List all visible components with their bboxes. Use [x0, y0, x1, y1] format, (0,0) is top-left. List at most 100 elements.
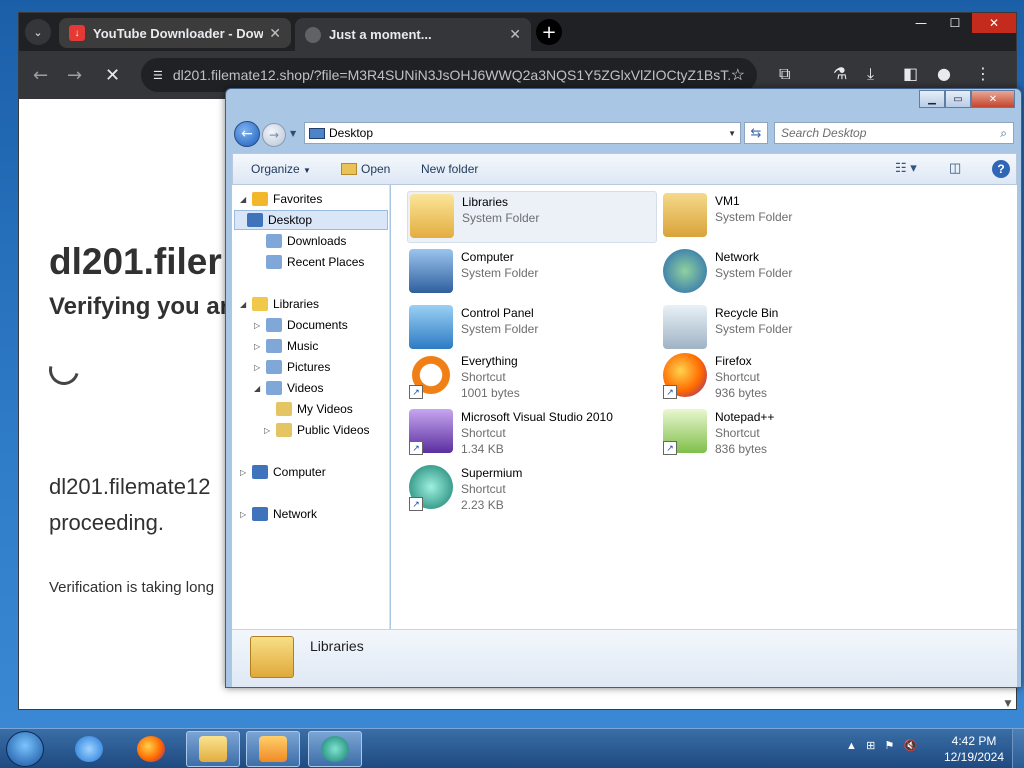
nav-item-documents[interactable]: ▷ Documents	[254, 315, 348, 335]
taskbar-media-player[interactable]	[246, 731, 300, 767]
nav-item-computer[interactable]: ▷ Computer	[240, 462, 326, 482]
clock[interactable]: 4:42 PM 12/19/2024	[942, 733, 1006, 765]
extensions-icon[interactable]: ⧉	[779, 64, 790, 84]
icon-graphic	[409, 249, 453, 293]
nav-item-my-videos[interactable]: My Videos	[264, 399, 353, 419]
expand-arrow-icon[interactable]: ▷	[240, 510, 250, 519]
nav-item-recent-places[interactable]: Recent Places	[254, 252, 364, 272]
side-panel-icon[interactable]: ◧	[903, 64, 918, 83]
expand-arrow-icon[interactable]: ◢	[240, 300, 250, 309]
nav-item-network[interactable]: ▷ Network	[240, 504, 317, 524]
network-tray-icon[interactable]: ⊞	[866, 740, 875, 752]
nav-item-videos[interactable]: ◢ Videos	[254, 378, 323, 398]
nav-item-public-videos[interactable]: ▷ Public Videos	[264, 420, 370, 440]
labs-flask-icon[interactable]: ⚗	[833, 64, 847, 83]
file-item-recycle-bin[interactable]: Recycle Bin System Folder	[661, 303, 911, 355]
open-button[interactable]: Open	[341, 162, 390, 176]
file-item-microsoft-visual-studio-2010[interactable]: ↗ Microsoft Visual Studio 2010 Shortcut 1.3…	[407, 407, 657, 459]
file-item-control-panel[interactable]: Control Panel System Folder	[407, 303, 657, 355]
minimize-button[interactable]: ▁	[919, 90, 945, 108]
minimize-button[interactable]: —	[904, 13, 938, 33]
maximize-button[interactable]: ▭	[945, 90, 971, 108]
expand-arrow-icon[interactable]: ▷	[254, 363, 264, 372]
expand-arrow-icon[interactable]: ▷	[264, 426, 274, 435]
folder-icon	[199, 736, 227, 762]
search-input[interactable]: Search Desktop	[781, 126, 1000, 140]
taskbar-ie[interactable]	[62, 731, 116, 767]
close-window-button[interactable]: ✕	[972, 13, 1016, 33]
help-icon[interactable]: ?	[992, 160, 1010, 178]
new-tab-button[interactable]: +	[536, 19, 562, 45]
maximize-button[interactable]: ☐	[938, 13, 972, 33]
tab-search-button[interactable]: ⌄	[25, 19, 51, 45]
file-item-firefox[interactable]: ↗ Firefox Shortcut 936 bytes	[661, 351, 911, 403]
address-bar[interactable]: ☰ dl201.filemate12.shop/?file=M3R4SUNiN3…	[141, 58, 757, 92]
shortcut-arrow-icon: ↗	[663, 441, 677, 455]
change-view-icon[interactable]: ☷ ▾	[895, 160, 917, 176]
organize-button[interactable]: Organize ▼	[251, 162, 311, 176]
file-item-vm1[interactable]: VM1 System Folder	[661, 191, 911, 243]
network-icon	[661, 247, 711, 295]
file-type: System Folder	[715, 210, 793, 224]
expand-arrow-icon[interactable]: ▷	[254, 321, 264, 330]
nav-item-downloads[interactable]: Downloads	[254, 231, 346, 251]
file-item-notepad-[interactable]: ↗ Notepad++ Shortcut 836 bytes	[661, 407, 911, 459]
new-folder-button[interactable]: New folder	[421, 162, 478, 176]
file-item-supermium[interactable]: ↗ Supermium Shortcut 2.23 KB	[407, 463, 657, 515]
taskbar-supermium[interactable]	[308, 731, 362, 767]
file-item-everything[interactable]: ↗ Everything Shortcut 1001 bytes	[407, 351, 657, 403]
page-subheading: Verifying you are	[49, 293, 243, 320]
bookmark-star-icon[interactable]: ☆	[731, 65, 745, 85]
tab-youtube-downloader[interactable]: ↓ YouTube Downloader - Download ✕	[59, 18, 291, 48]
expand-arrow-icon[interactable]: ◢	[254, 384, 264, 393]
address-path[interactable]: Desktop ▼	[304, 122, 741, 144]
chevron-down-icon: ⌄	[33, 25, 43, 39]
file-size: 1001 bytes	[461, 386, 520, 400]
close-icon[interactable]: ✕	[269, 25, 281, 42]
recent-pages-dropdown-icon[interactable]: ▼	[290, 129, 296, 138]
taskbar-firefox[interactable]	[124, 731, 178, 767]
profile-avatar-icon[interactable]: ●	[937, 64, 951, 83]
file-item-network[interactable]: Network System Folder	[661, 247, 911, 299]
nav-item-libraries[interactable]: ◢ Libraries	[240, 294, 319, 314]
verification-note: Verification is taking long	[49, 579, 215, 596]
nav-item-favorites[interactable]: ◢ Favorites	[240, 189, 322, 209]
file-item-libraries[interactable]: Libraries System Folder	[407, 191, 657, 243]
refresh-button[interactable]: ⇆	[744, 122, 768, 144]
volume-muted-icon[interactable]: 🔇	[904, 740, 918, 752]
file-item-text: Supermium Shortcut 2.23 KB	[461, 463, 522, 515]
menu-kebab-icon[interactable]: ⋮	[975, 64, 991, 83]
preview-pane-icon[interactable]: ◫	[949, 160, 961, 176]
forward-button[interactable]: →	[262, 123, 286, 147]
show-desktop-button[interactable]	[1012, 729, 1024, 768]
site-info-icon[interactable]: ☰	[153, 69, 163, 82]
expand-arrow-icon[interactable]: ◢	[240, 195, 250, 204]
scroll-down-arrow-icon[interactable]: ▼	[1000, 699, 1016, 709]
file-item-computer[interactable]: Computer System Folder	[407, 247, 657, 299]
firefox-icon	[137, 736, 165, 762]
nav-item-music[interactable]: ▷ Music	[254, 336, 318, 356]
expand-arrow-icon[interactable]: ▷	[254, 342, 264, 351]
stop-loading-icon[interactable]: ✕	[105, 65, 120, 86]
back-arrow-icon[interactable]: ←	[33, 65, 48, 86]
action-center-flag-icon[interactable]: ⚑	[884, 740, 894, 752]
close-window-button[interactable]: ✕	[971, 90, 1015, 108]
start-button[interactable]	[6, 731, 44, 767]
nav-item-pictures[interactable]: ▷ Pictures	[254, 357, 330, 377]
recycle-bin-icon	[661, 303, 711, 351]
nav-item-desktop[interactable]: Desktop	[234, 210, 388, 230]
back-button[interactable]: ←	[234, 121, 260, 147]
forward-arrow-icon[interactable]: →	[67, 65, 82, 86]
expand-arrow-icon[interactable]: ▷	[240, 468, 250, 477]
taskbar-explorer[interactable]	[186, 731, 240, 767]
show-hidden-icons-icon[interactable]: ▲	[846, 740, 857, 752]
download-favicon-icon: ↓	[69, 25, 85, 41]
downloads-icon[interactable]: ⤓	[867, 64, 874, 84]
close-icon[interactable]: ✕	[509, 26, 521, 43]
search-box[interactable]: Search Desktop ⌕	[774, 122, 1014, 144]
file-item-text: Network System Folder	[715, 247, 792, 299]
clock-date: 12/19/2024	[943, 750, 1005, 764]
chevron-down-icon[interactable]: ▼	[728, 129, 736, 138]
tab-just-a-moment[interactable]: Just a moment... ✕	[295, 18, 531, 51]
file-item-text: Everything Shortcut 1001 bytes	[461, 351, 520, 403]
